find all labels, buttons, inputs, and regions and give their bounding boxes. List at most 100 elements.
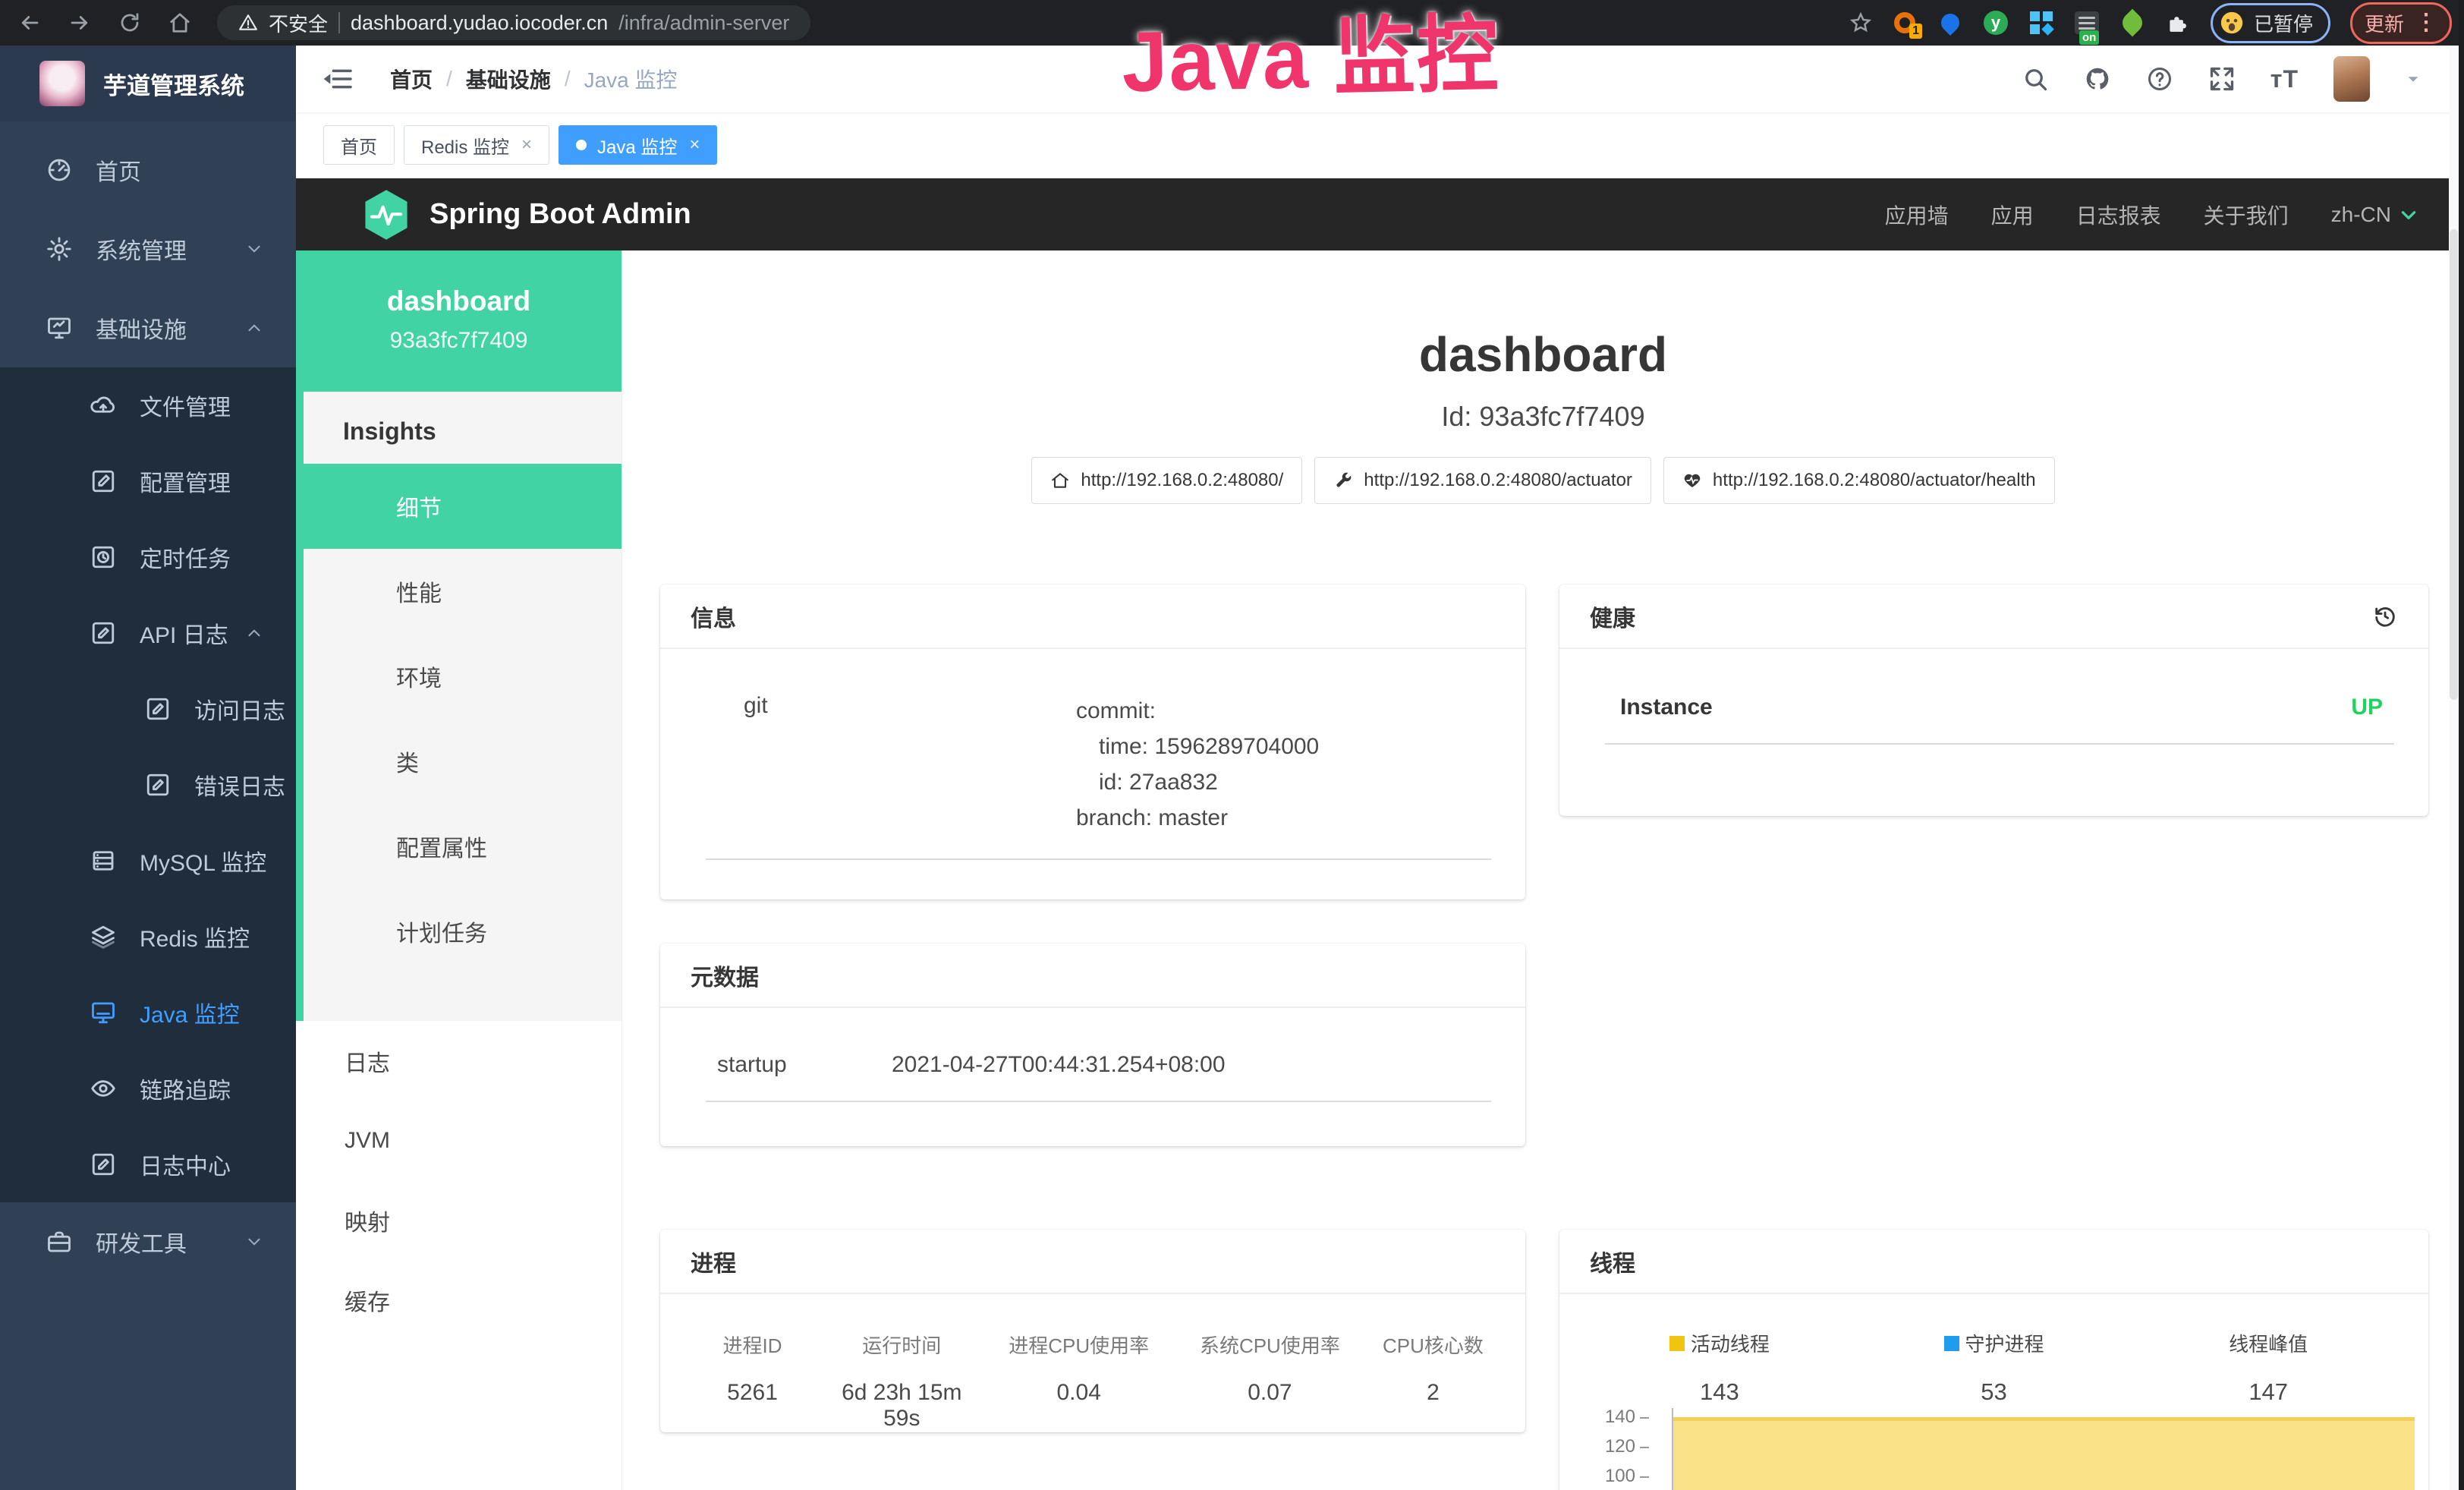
- history-icon[interactable]: [2372, 603, 2398, 629]
- tab-首页[interactable]: 首页: [323, 125, 395, 165]
- font-size-icon[interactable]: тT: [2270, 65, 2299, 93]
- browser-menu-icon[interactable]: ⋮: [2415, 11, 2437, 34]
- instance-link-button[interactable]: http://192.168.0.2:48080/actuator: [1314, 457, 1651, 504]
- process-col-value: 0.07: [1176, 1380, 1364, 1432]
- browser-back-button[interactable]: [18, 11, 41, 34]
- divider: [706, 1101, 1491, 1102]
- sba-nav-应用[interactable]: 应用: [1991, 200, 2034, 230]
- sidebar-item-0[interactable]: 首页: [0, 131, 296, 209]
- tab-close-icon[interactable]: ×: [521, 134, 532, 156]
- legend-value: 147: [2131, 1378, 2406, 1406]
- cloud-icon: [90, 392, 117, 419]
- github-icon[interactable]: [2084, 65, 2111, 93]
- scrollbar-thumb[interactable]: [2450, 229, 2458, 700]
- search-icon[interactable]: [2022, 65, 2049, 93]
- process-col-header: 进程CPU使用率: [982, 1331, 1176, 1359]
- sidebar-item-label: Redis 监控: [140, 920, 250, 953]
- sidebar-item-label: 链路追踪: [140, 1072, 231, 1105]
- sba-menu-日志[interactable]: 日志: [296, 1021, 622, 1101]
- gear-icon: [46, 235, 73, 263]
- sba-menu-配置属性[interactable]: 配置属性: [304, 804, 622, 889]
- sidebar-item-7[interactable]: 访问日志: [0, 671, 296, 747]
- sba-logo-icon[interactable]: [363, 188, 410, 241]
- sidebar-item-13[interactable]: 日志中心: [0, 1126, 296, 1202]
- sidebar-item-11[interactable]: Java 监控: [0, 975, 296, 1051]
- sidebar-menu: 首页系统管理基础设施文件管理配置管理定时任务API 日志访问日志错误日志MySQ…: [0, 121, 296, 1281]
- dashboard-icon: [46, 156, 73, 184]
- divider: [1605, 743, 2394, 745]
- instance-link-button[interactable]: http://192.168.0.2:48080/: [1031, 457, 1302, 504]
- sba-nav-关于我们[interactable]: 关于我们: [2204, 200, 2289, 230]
- breadcrumb-item[interactable]: 首页: [390, 64, 433, 94]
- app-title: 芋道管理系统: [103, 67, 244, 101]
- sidebar-item-12[interactable]: 链路追踪: [0, 1051, 296, 1126]
- sidebar-item-4[interactable]: 配置管理: [0, 443, 296, 519]
- sba-menu-计划任务[interactable]: 计划任务: [304, 889, 622, 974]
- sba-menu-映射[interactable]: 映射: [296, 1180, 622, 1260]
- user-avatar[interactable]: [2333, 56, 2370, 102]
- sidebar-item-label: 日志中心: [140, 1148, 231, 1181]
- sba-brand[interactable]: Spring Boot Admin: [430, 198, 691, 231]
- browser-forward-button[interactable]: [68, 11, 91, 34]
- browser-reload-button[interactable]: [118, 11, 141, 34]
- legend-活动线程: 活动线程143: [1582, 1329, 1857, 1406]
- sidebar-item-9[interactable]: MySQL 监控: [0, 823, 296, 899]
- app-logo[interactable]: 芋道管理系统: [0, 46, 296, 121]
- fullscreen-icon[interactable]: [2208, 65, 2236, 93]
- schedule-icon: [90, 543, 117, 571]
- tab-Redis 监控[interactable]: Redis 监控×: [404, 125, 549, 165]
- bookmark-star-icon[interactable]: [1849, 11, 1872, 34]
- sba-nav-应用墙[interactable]: 应用墙: [1885, 200, 1949, 230]
- browser-home-button[interactable]: [168, 11, 191, 34]
- sidebar-item-label: 首页: [96, 153, 141, 187]
- heartbeat-icon: [1682, 471, 1702, 490]
- divider: [338, 12, 340, 33]
- sidebar-item-5[interactable]: 定时任务: [0, 519, 296, 595]
- address-bar[interactable]: 不安全 dashboard.yudao.iocoder.cn/infra/adm…: [217, 5, 810, 40]
- sba-menu-环境[interactable]: 环境: [304, 634, 622, 719]
- sidebar-item-14[interactable]: 研发工具: [0, 1202, 296, 1281]
- health-status-badge: UP: [2351, 695, 2383, 720]
- process-col-value: 6d 23h 15m 59s: [822, 1380, 982, 1432]
- page-scrollbar[interactable]: [2449, 47, 2459, 1490]
- sidebar-item-1[interactable]: 系统管理: [0, 209, 296, 288]
- sidebar-item-2[interactable]: 基础设施: [0, 288, 296, 367]
- metadata-row-label: startup: [717, 1052, 892, 1078]
- sba-menu-细节[interactable]: 细节: [304, 464, 622, 549]
- y-tick-label: 140: [1559, 1407, 1649, 1428]
- locale-selector[interactable]: zh-CN: [2331, 203, 2418, 227]
- breadcrumb: 首页/基础设施/Java 监控: [390, 64, 678, 94]
- extension-grid-icon[interactable]: [2028, 10, 2054, 36]
- sba-nav-links: 应用墙 应用 日志报表 关于我们 zh-CN: [1885, 200, 2418, 230]
- tag-view-bar: 首页Redis 监控×Java 监控×: [296, 112, 2464, 178]
- sidebar-item-3[interactable]: 文件管理: [0, 367, 296, 443]
- sidebar-item-8[interactable]: 错误日志: [0, 747, 296, 823]
- tab-Java 监控[interactable]: Java 监控×: [559, 125, 717, 165]
- browser-update-button[interactable]: 更新 ⋮: [2350, 2, 2452, 44]
- avatar-caret-icon[interactable]: [2405, 71, 2422, 87]
- extension-pin-icon[interactable]: [1937, 10, 1963, 36]
- extension-leaf-icon[interactable]: [2119, 10, 2145, 36]
- sba-menu-缓存[interactable]: 缓存: [296, 1260, 622, 1340]
- link-url: http://192.168.0.2:48080/actuator: [1364, 470, 1632, 491]
- screen: 不安全 dashboard.yudao.iocoder.cn/infra/adm…: [0, 0, 2464, 1490]
- breadcrumb-item[interactable]: 基础设施: [466, 64, 551, 94]
- extension-orange-icon[interactable]: 1: [1892, 10, 1918, 36]
- extensions-puzzle-icon[interactable]: [2165, 10, 2191, 36]
- extension-y-icon[interactable]: y: [1983, 10, 2009, 36]
- extension-list-icon[interactable]: on: [2074, 10, 2100, 36]
- sba-menu-JVM[interactable]: JVM: [296, 1101, 622, 1180]
- divider: [706, 858, 1491, 860]
- sidebar-item-10[interactable]: Redis 监控: [0, 899, 296, 975]
- sidebar-item-6[interactable]: API 日志: [0, 595, 296, 671]
- instance-header[interactable]: dashboard 93a3fc7f7409: [296, 250, 622, 392]
- tab-close-icon[interactable]: ×: [689, 134, 700, 156]
- sidebar-item-label: 文件管理: [140, 389, 231, 422]
- help-icon[interactable]: [2146, 65, 2173, 93]
- sba-menu-性能[interactable]: 性能: [304, 549, 622, 634]
- hamburger-icon[interactable]: [323, 66, 354, 92]
- sba-menu-类[interactable]: 类: [304, 719, 622, 804]
- sba-nav-日志报表[interactable]: 日志报表: [2076, 200, 2161, 230]
- instance-link-button[interactable]: http://192.168.0.2:48080/actuator/health: [1663, 457, 2055, 504]
- paused-badge[interactable]: 已暂停: [2211, 3, 2330, 43]
